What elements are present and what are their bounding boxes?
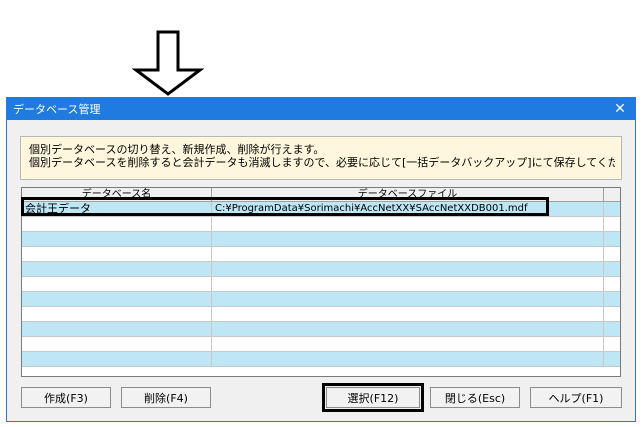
table-row[interactable] — [22, 217, 620, 232]
down-arrow-icon — [132, 30, 204, 96]
close-icon[interactable]: ✕ — [611, 99, 629, 119]
table-row[interactable]: 会計王データ C:¥ProgramData¥Sorimachi¥AccNetXX… — [22, 202, 620, 217]
cell-database-file: C:¥ProgramData¥Sorimachi¥AccNetXX¥SAccNe… — [212, 202, 604, 216]
table-row[interactable] — [22, 292, 620, 307]
table-row[interactable] — [22, 247, 620, 262]
info-line-2: 個別データベースを削除すると会計データも消滅しますので、必要に応じて[一括データ… — [29, 156, 615, 169]
cell-database-name: 会計王データ — [22, 202, 212, 216]
create-button[interactable]: 作成(F3) — [21, 387, 111, 408]
table-row[interactable] — [22, 277, 620, 292]
table-header: データベース名 データベースファイル — [22, 188, 620, 202]
dialog-title: データベース管理 — [13, 103, 101, 116]
delete-button[interactable]: 削除(F4) — [121, 387, 211, 408]
table-row[interactable] — [22, 352, 620, 367]
table-row[interactable] — [22, 322, 620, 337]
help-button[interactable]: ヘルプ(F1) — [530, 387, 622, 408]
column-header-database-file[interactable]: データベースファイル — [212, 188, 604, 201]
column-header-database-name[interactable]: データベース名 — [22, 188, 212, 201]
database-table: データベース名 データベースファイル 会計王データ C:¥ProgramData… — [21, 187, 621, 377]
database-management-dialog: データベース管理 ✕ 個別データベースの切り替え、新規作成、削除が行えます。 個… — [6, 97, 636, 422]
close-button[interactable]: 閉じる(Esc) — [430, 387, 520, 408]
table-row[interactable] — [22, 262, 620, 277]
table-row[interactable] — [22, 307, 620, 322]
table-row[interactable] — [22, 337, 620, 352]
table-row[interactable] — [22, 232, 620, 247]
info-line-1: 個別データベースの切り替え、新規作成、削除が行えます。 — [29, 143, 325, 156]
info-panel: 個別データベースの切り替え、新規作成、削除が行えます。 個別データベースを削除す… — [20, 136, 622, 180]
select-button[interactable]: 選択(F12) — [326, 387, 420, 408]
title-bar: データベース管理 ✕ — [7, 98, 635, 120]
